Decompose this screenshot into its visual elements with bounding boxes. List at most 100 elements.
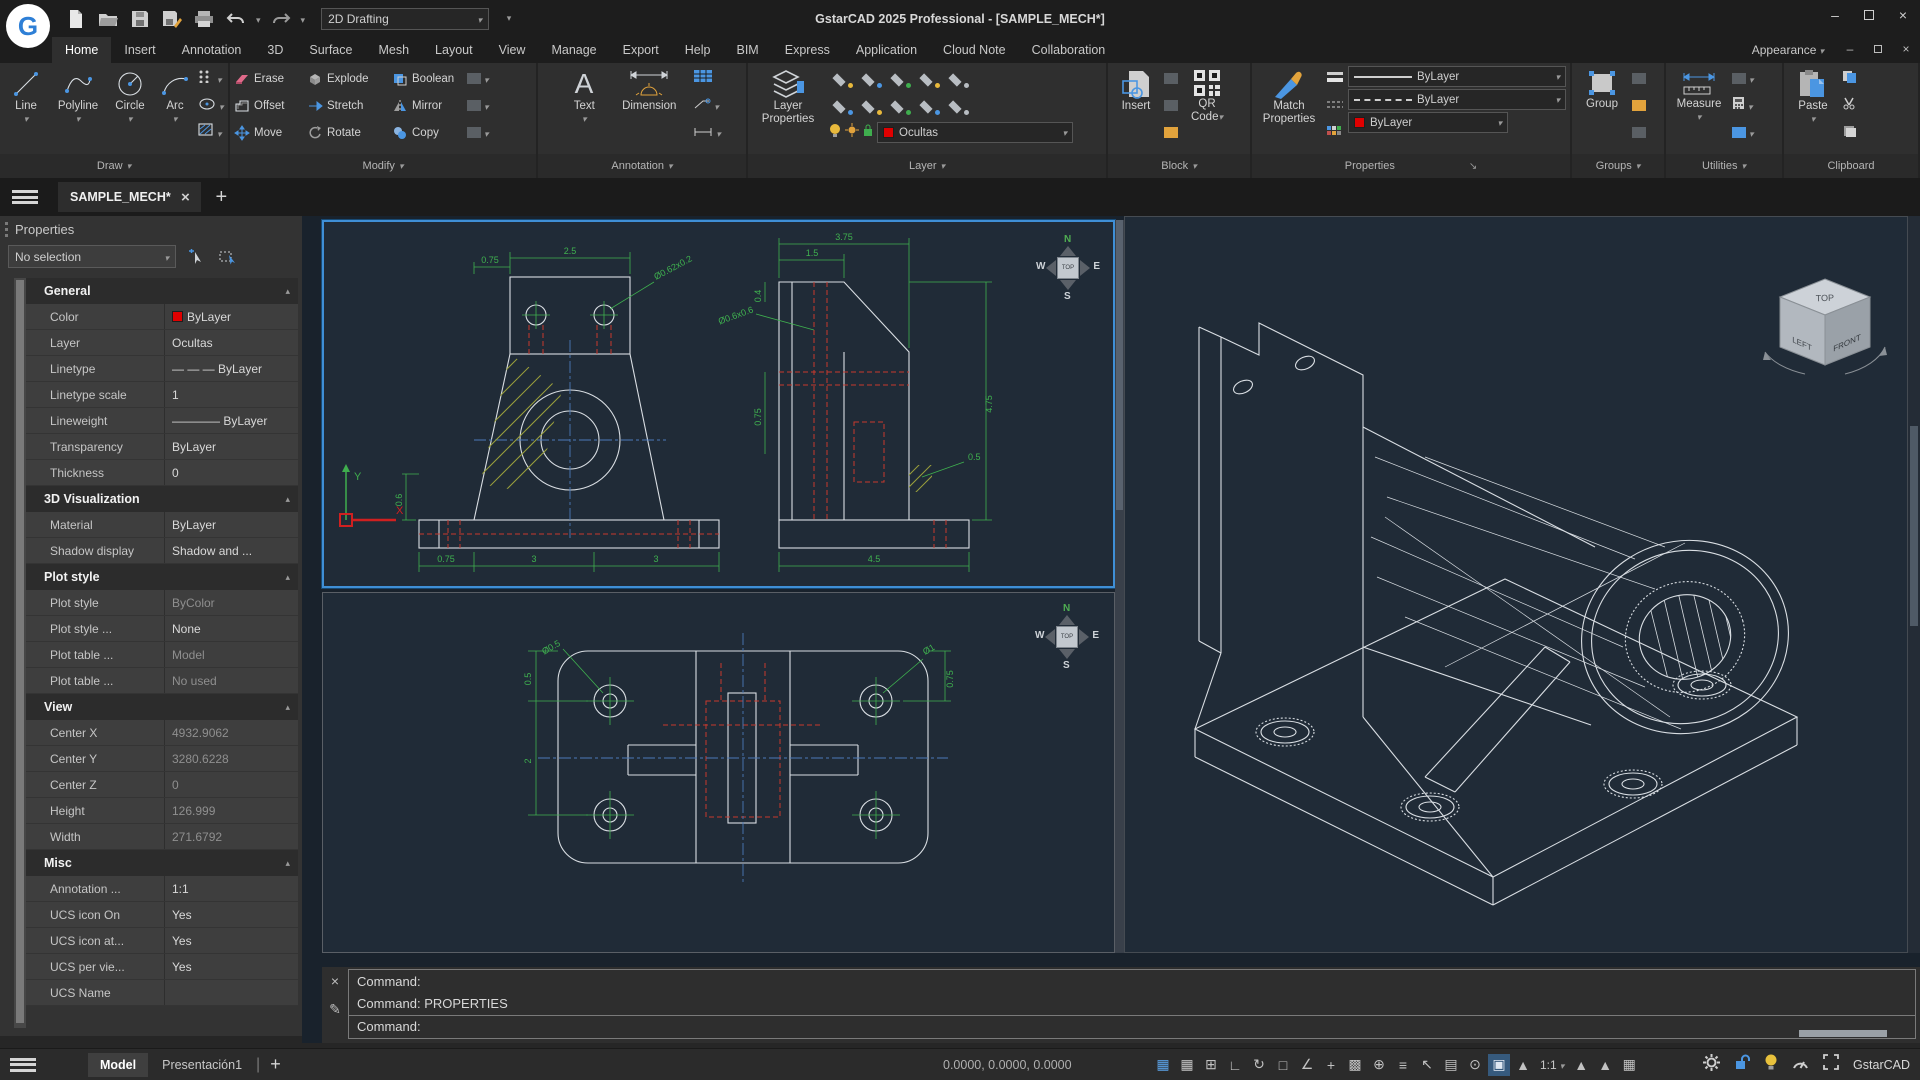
copy-clip-icon[interactable] xyxy=(1842,70,1857,88)
property-value[interactable]: None xyxy=(164,616,298,641)
tab-home[interactable]: Home xyxy=(52,37,111,63)
compass-north-arrow-icon[interactable] xyxy=(1060,246,1076,256)
table-button[interactable] xyxy=(693,69,713,88)
layer-on-bulb-icon[interactable] xyxy=(828,123,842,142)
command-edit-icon[interactable] xyxy=(329,1001,341,1018)
layer-state-icon[interactable] xyxy=(828,97,854,115)
property-value[interactable]: Yes xyxy=(164,902,298,927)
palette-scrollbar[interactable] xyxy=(14,278,26,1028)
property-row[interactable]: TransparencyByLayer xyxy=(26,434,298,460)
property-row[interactable]: Lineweight———— ByLayer xyxy=(26,408,298,434)
property-value[interactable]: — — — ByLayer xyxy=(164,356,298,381)
layer-state-icon[interactable] xyxy=(944,70,970,88)
chevron-down-icon[interactable] xyxy=(1749,124,1754,142)
status-menu-icon[interactable] xyxy=(8,1055,38,1075)
property-row[interactable]: Center Y3280.6228 xyxy=(26,746,298,772)
insert-block-button[interactable]: Insert xyxy=(1112,66,1160,154)
property-value[interactable]: 3280.6228 xyxy=(164,746,298,771)
property-row[interactable]: ColorByLayer xyxy=(26,304,298,330)
property-row[interactable]: Shadow displayShadow and ... xyxy=(26,538,298,564)
drawing-canvas[interactable]: 0.75 2.5 Ø0.62x0.2 0.6 0.75 3 3 xyxy=(302,216,1920,1043)
linear-dim-button[interactable] xyxy=(693,124,713,142)
command-close-icon[interactable] xyxy=(331,973,339,989)
close-tab-icon[interactable] xyxy=(181,189,190,206)
command-window[interactable]: Command: Command: PROPERTIES Command: xyxy=(322,967,1920,1043)
quick-select-icon[interactable] xyxy=(1732,127,1746,138)
layer-select-combo[interactable]: Ocultas xyxy=(877,122,1073,143)
chevron-down-icon[interactable] xyxy=(217,70,222,88)
property-value[interactable]: 0 xyxy=(164,772,298,797)
mirror-button[interactable]: Mirror xyxy=(392,99,464,113)
palette-grip-icon[interactable] xyxy=(5,222,8,237)
tab-annotation[interactable]: Annotation xyxy=(169,37,255,63)
property-value[interactable]: ByLayer xyxy=(164,434,298,459)
property-value[interactable]: 1:1 xyxy=(164,876,298,901)
doc-restore-button[interactable] xyxy=(1870,41,1886,57)
arc-button[interactable]: Arc xyxy=(156,66,194,154)
tab-express[interactable]: Express xyxy=(772,37,843,63)
tab-insert[interactable]: Insert xyxy=(111,37,168,63)
close-button[interactable] xyxy=(1894,6,1912,24)
ungroup-icon[interactable] xyxy=(1632,73,1646,84)
property-value[interactable]: Shadow and ... xyxy=(164,538,298,563)
tab-bim[interactable]: BIM xyxy=(724,37,772,63)
panel-label-layer[interactable]: Layer xyxy=(748,154,1106,178)
compass-east-arrow-icon[interactable] xyxy=(1080,260,1090,276)
document-tab[interactable]: SAMPLE_MECH* xyxy=(58,182,201,212)
osnap-icon[interactable]: □ xyxy=(1272,1054,1294,1076)
property-row[interactable]: Width271.6792 xyxy=(26,824,298,850)
compass-west-arrow-icon[interactable] xyxy=(1046,260,1056,276)
polyline-button[interactable]: Polyline xyxy=(52,66,104,154)
leader-button[interactable] xyxy=(693,97,711,115)
command-input[interactable]: Command: xyxy=(349,1015,1915,1038)
layout-tab-presentación1[interactable]: Presentación1 xyxy=(150,1053,254,1077)
property-value[interactable]: Yes xyxy=(164,928,298,953)
select-objects-icon[interactable] xyxy=(184,246,208,268)
chevron-down-icon[interactable] xyxy=(1749,70,1754,88)
tab-application[interactable]: Application xyxy=(843,37,930,63)
viewport-divider-scrollbar[interactable] xyxy=(1115,220,1124,953)
section-header[interactable]: Plot style xyxy=(26,564,298,590)
collapse-icon[interactable] xyxy=(285,286,290,297)
calculator-icon[interactable] xyxy=(1732,96,1745,115)
viewport-top[interactable]: Ø0.5 0.5 2 0.75 Ø1 N S W E TOP xyxy=(322,592,1115,953)
property-row[interactable]: Thickness0 xyxy=(26,460,298,486)
compass-east-arrow-icon[interactable] xyxy=(1079,629,1089,645)
group-button[interactable]: Group xyxy=(1576,66,1628,154)
compass-north-arrow-icon[interactable] xyxy=(1059,615,1075,625)
property-row[interactable]: Plot table ...Model xyxy=(26,642,298,668)
linetype-list-icon[interactable] xyxy=(1326,97,1344,115)
collapse-icon[interactable] xyxy=(285,494,290,505)
panel-label-block[interactable]: Block xyxy=(1108,154,1250,178)
property-row[interactable]: Annotation ...1:1 xyxy=(26,876,298,902)
paste-button[interactable]: Paste xyxy=(1788,66,1838,154)
layer-state-icon[interactable] xyxy=(857,70,883,88)
property-row[interactable]: UCS per vie...Yes xyxy=(26,954,298,980)
selection-dropdown[interactable]: No selection xyxy=(8,245,176,268)
panel-label-groups[interactable]: Groups xyxy=(1572,154,1664,178)
tab-manage[interactable]: Manage xyxy=(538,37,609,63)
annotation-visibility-icon[interactable]: ▲ xyxy=(1570,1054,1592,1076)
stretch-button[interactable]: Stretch xyxy=(307,99,389,113)
panel-label-draw[interactable]: Draw xyxy=(0,154,228,178)
line-button[interactable]: Line xyxy=(4,66,48,154)
section-header[interactable]: 3D Visualization xyxy=(26,486,298,512)
block-attr-icon[interactable] xyxy=(1164,127,1178,138)
isolate-objects-icon[interactable]: ▤ xyxy=(1440,1054,1462,1076)
preview-zoom-icon[interactable]: ⊙ xyxy=(1464,1054,1486,1076)
group-edit-icon[interactable] xyxy=(1632,100,1646,111)
text-button[interactable]: A Text xyxy=(563,66,605,154)
color-palette-icon[interactable] xyxy=(1326,124,1342,142)
property-value[interactable]: No used xyxy=(164,668,298,693)
compass-top-cube[interactable]: TOP xyxy=(1056,626,1078,648)
tab-cloud-note[interactable]: Cloud Note xyxy=(930,37,1019,63)
property-value[interactable]: Yes xyxy=(164,954,298,979)
chevron-down-icon[interactable] xyxy=(484,97,489,115)
chevron-down-icon[interactable] xyxy=(219,97,224,115)
property-row[interactable]: UCS icon at...Yes xyxy=(26,928,298,954)
property-row[interactable]: Plot style ...None xyxy=(26,616,298,642)
erase-button[interactable]: Erase xyxy=(234,73,304,85)
chevron-down-icon[interactable] xyxy=(217,124,222,142)
property-value[interactable]: ———— ByLayer xyxy=(164,408,298,433)
block-edit-icon[interactable] xyxy=(1164,100,1178,111)
